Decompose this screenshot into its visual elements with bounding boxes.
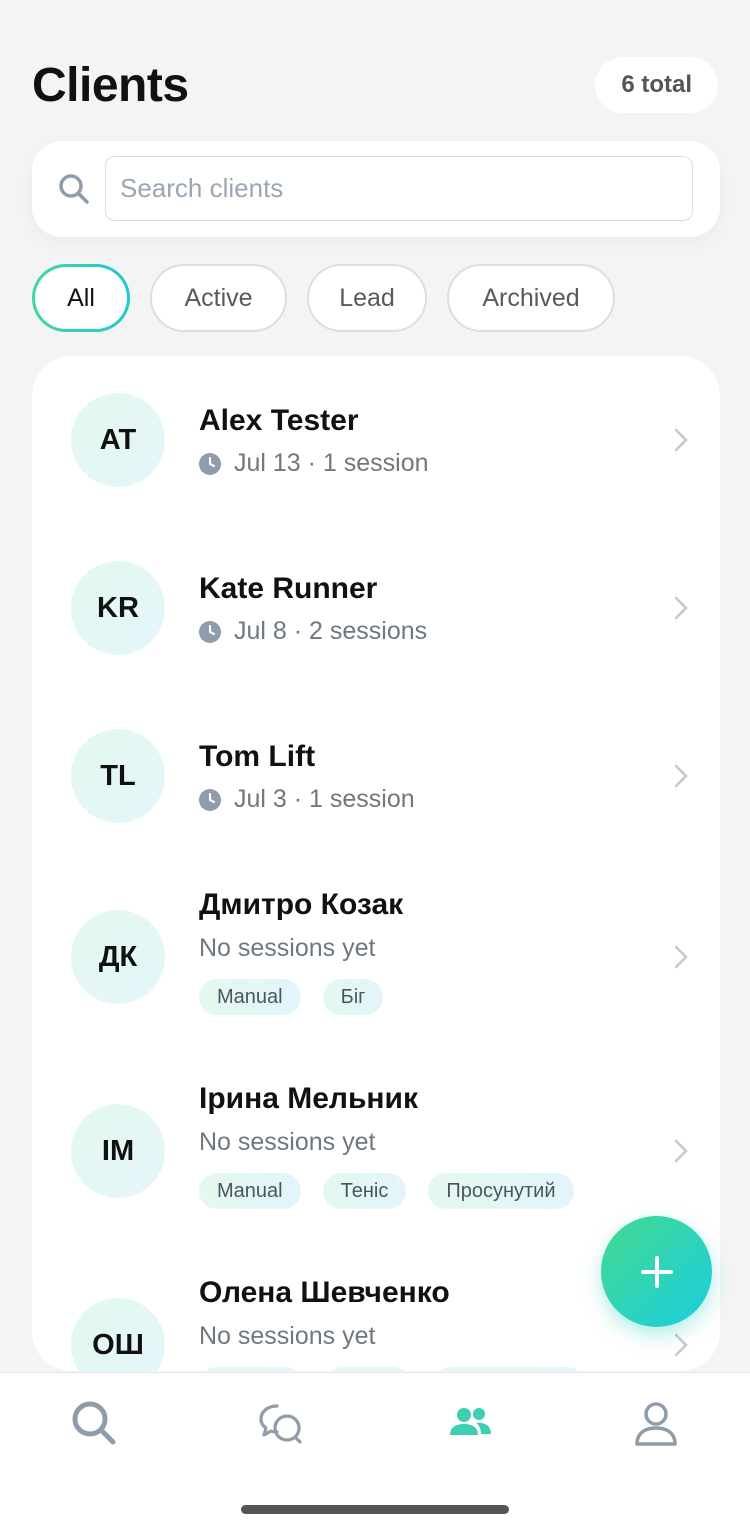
avatar: ДК (71, 910, 165, 1004)
clock-icon (199, 452, 221, 475)
client-row[interactable]: KR Kate Runner Jul 8 · 2 sessions (32, 524, 720, 692)
tag: Біг (322, 979, 384, 1015)
client-row[interactable]: ДК Дмитро Козак No sessions yet Manual Б… (32, 860, 720, 1054)
tag (325, 1367, 411, 1371)
filter-chip-all[interactable]: All (32, 264, 130, 332)
home-indicator (241, 1505, 509, 1514)
avatar: AT (71, 393, 165, 487)
filter-chip-archived[interactable]: Archived (447, 264, 615, 332)
avatar: TL (71, 729, 165, 823)
client-meta: Jul 8 · 2 sessions (199, 617, 427, 646)
client-meta: Jul 13 · 1 session (199, 449, 429, 478)
total-count-badge: 6 total (595, 57, 718, 113)
chevron-right-icon (674, 945, 688, 969)
client-meta: No sessions yet (199, 1322, 376, 1350)
client-row[interactable]: ІМ Ірина Мельник No sessions yet Manual … (32, 1054, 720, 1248)
client-row[interactable]: AT Alex Tester Jul 13 · 1 session (32, 356, 720, 524)
last-session-text: Jul 3 · 1 session (234, 785, 415, 813)
plus-icon (640, 1255, 673, 1288)
avatar: KR (71, 561, 165, 655)
search-input[interactable] (105, 156, 693, 221)
add-client-button[interactable] (601, 1216, 712, 1327)
client-list: AT Alex Tester Jul 13 · 1 session KR Kat… (32, 356, 720, 1371)
search-bar (32, 141, 720, 237)
search-icon (72, 1401, 116, 1445)
tag: Теніс (322, 1173, 407, 1209)
tab-search[interactable] (66, 1395, 122, 1451)
client-name: Ірина Мельник (199, 1082, 418, 1115)
tag-list: Manual Теніс Просунутий (199, 1173, 574, 1209)
client-name: Олена Шевченко (199, 1276, 450, 1309)
client-meta: No sessions yet (199, 1128, 376, 1156)
clock-icon (199, 788, 221, 811)
filter-chip-active[interactable]: Active (150, 264, 287, 332)
tab-clients[interactable] (442, 1395, 498, 1451)
page-title: Clients (32, 58, 189, 112)
chevron-right-icon (674, 1139, 688, 1163)
client-meta: Jul 3 · 1 session (199, 785, 415, 814)
tag-list (199, 1367, 585, 1371)
clock-icon (199, 620, 221, 643)
last-session-text: Jul 13 · 1 session (234, 449, 429, 477)
client-name: Alex Tester (199, 404, 359, 437)
client-row[interactable]: TL Tom Lift Jul 3 · 1 session (32, 692, 720, 860)
tag-list: Manual Біг (199, 979, 384, 1015)
client-name: Tom Lift (199, 740, 316, 773)
tag (433, 1367, 585, 1371)
last-session-text: Jul 8 · 2 sessions (234, 617, 428, 645)
tab-messages[interactable] (252, 1395, 308, 1451)
tag: Manual (199, 979, 301, 1015)
users-icon (450, 1408, 491, 1435)
client-name: Дмитро Козак (199, 888, 404, 921)
filter-chip-lead[interactable]: Lead (307, 264, 427, 332)
chevron-right-icon (674, 428, 688, 452)
filter-chips: All Active Lead Archived (32, 264, 615, 332)
header: Clients 6 total (32, 56, 718, 114)
tag: Manual (199, 1173, 301, 1209)
chat-icon (259, 1404, 302, 1444)
chevron-right-icon (674, 596, 688, 620)
profile-icon (635, 1402, 677, 1446)
chevron-right-icon (674, 764, 688, 788)
tag (199, 1367, 303, 1371)
client-name: Kate Runner (199, 572, 378, 605)
tab-profile[interactable] (628, 1395, 684, 1451)
search-icon (59, 174, 89, 204)
chevron-right-icon (674, 1333, 688, 1357)
avatar: ОШ (71, 1298, 165, 1371)
client-meta: No sessions yet (199, 934, 376, 962)
avatar: ІМ (71, 1104, 165, 1198)
tag: Просунутий (428, 1173, 574, 1209)
